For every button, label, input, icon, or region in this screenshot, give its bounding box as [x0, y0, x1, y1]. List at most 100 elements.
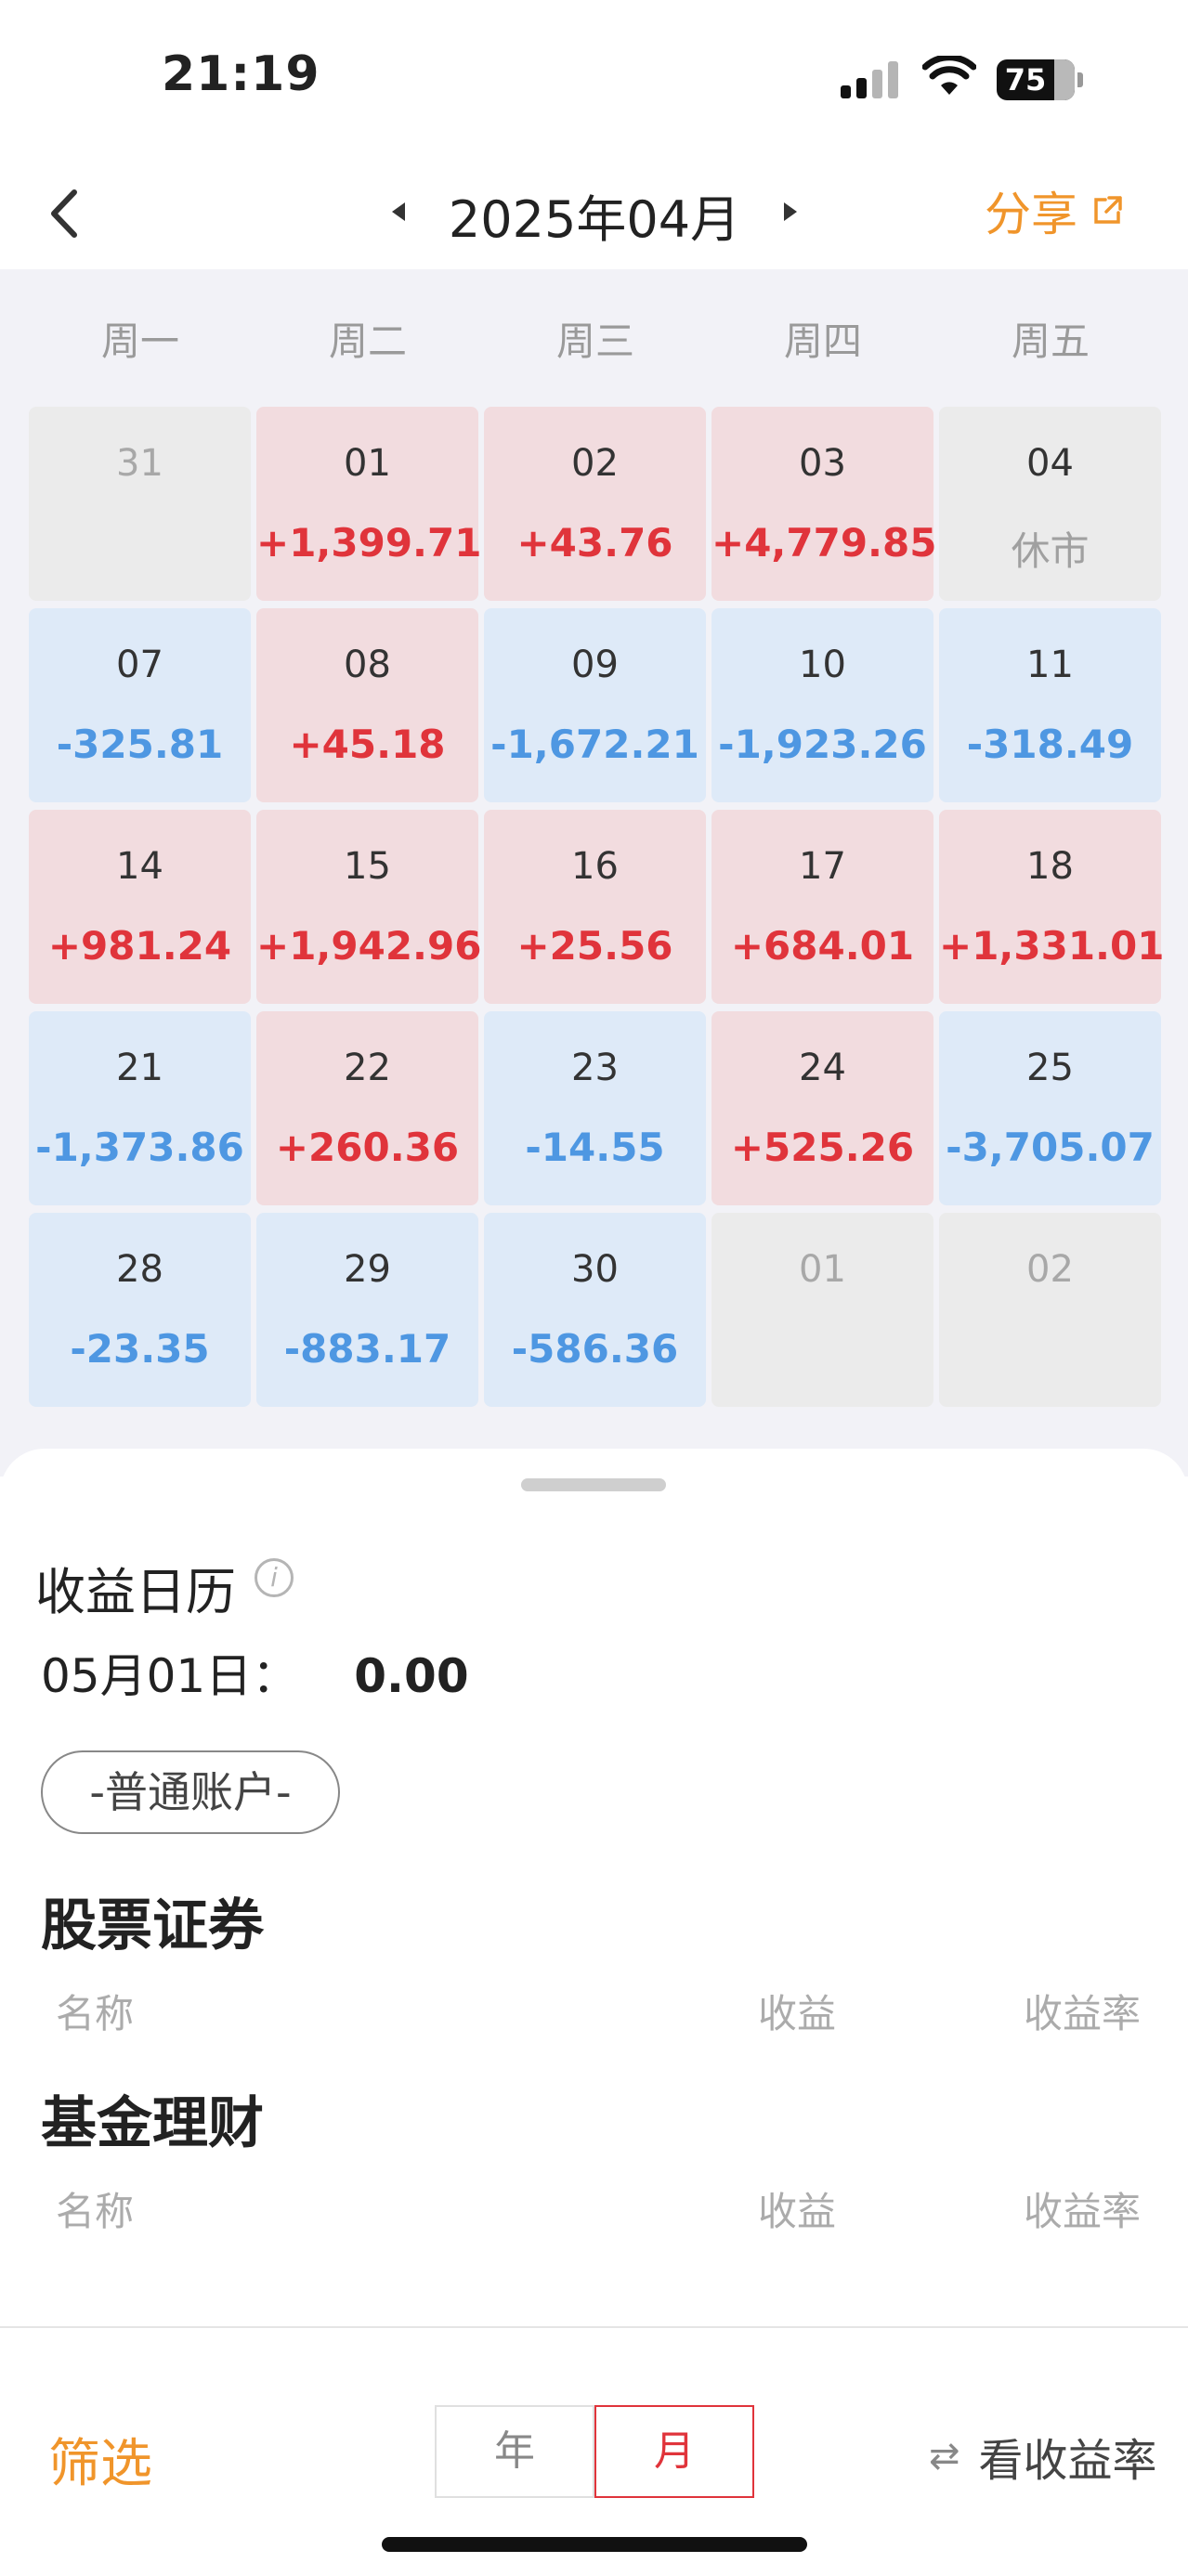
share-label: 分享	[985, 188, 1077, 241]
calendar-day-profit: +43.76	[516, 520, 673, 566]
calendar-day-profit: +45.18	[289, 722, 446, 767]
calendar-day-profit: +4,779.85	[711, 520, 937, 566]
funds-col-profit: 收益	[758, 2189, 837, 2234]
back-button[interactable]	[37, 181, 93, 246]
stocks-section-title: 股票证券	[41, 1893, 264, 1958]
calendar-day-number: 03	[799, 442, 846, 485]
stocks-col-rate: 收益率	[1024, 1991, 1142, 2036]
calendar-day-profit: +260.36	[275, 1125, 460, 1170]
month-title: 2025年04月	[448, 190, 741, 249]
calendar-day-profit: -586.36	[511, 1326, 679, 1372]
calendar-day-number: 25	[1026, 1047, 1074, 1089]
year-tab[interactable]: 年	[435, 2405, 594, 2498]
weekday-mon: 周一	[100, 319, 179, 364]
calendar-day-number: 29	[344, 1248, 391, 1291]
wifi-icon	[921, 54, 977, 100]
sheet-title: 收益日历	[35, 1563, 236, 1621]
weekday-wed: 周三	[555, 319, 634, 364]
calendar-day-number: 14	[116, 845, 163, 888]
calendar-day-profit: -318.49	[966, 722, 1134, 767]
header: 2025年04月 分享	[0, 158, 1188, 269]
calendar-day-cell[interactable]: 31	[29, 407, 251, 601]
view-yield-toggle[interactable]: ⇄ 看收益率	[929, 2424, 1157, 2489]
calendar-day-cell[interactable]: 29 -883.17	[256, 1213, 478, 1407]
calendar-day-number: 04	[1026, 442, 1074, 485]
stocks-col-name: 名称	[56, 1991, 135, 2036]
calendar-day-profit: -3,705.07	[946, 1125, 1155, 1170]
selected-date-row: 05月01日： 0.00	[41, 1639, 469, 1706]
calendar-day-cell[interactable]: 03 +4,779.85	[711, 407, 937, 601]
calendar-day-cell[interactable]: 09 -1,672.21	[484, 608, 706, 802]
calendar-day-cell[interactable]: 02	[939, 1213, 1161, 1407]
calendar-day-cell[interactable]: 17 +684.01	[711, 810, 933, 1004]
weekday-tue: 周二	[328, 319, 407, 364]
calendar-day-cell[interactable]: 28 -23.35	[29, 1213, 251, 1407]
calendar-day-cell[interactable]: 04 休市	[939, 407, 1161, 601]
calendar-day-cell[interactable]: 14 +981.24	[29, 810, 251, 1004]
calendar-day-number: 31	[116, 442, 163, 485]
calendar-day-cell[interactable]: 23 -14.55	[484, 1011, 706, 1205]
calendar-day-cell[interactable]: 02 +43.76	[484, 407, 706, 601]
weekday-header: 周一 周二 周三 周四 周五	[0, 269, 1188, 407]
filter-button[interactable]: 筛选	[48, 2422, 152, 2497]
sheet-drag-handle[interactable]	[521, 1478, 666, 1491]
calendar-day-number: 01	[344, 442, 391, 485]
calendar-day-cell[interactable]: 11 -318.49	[939, 608, 1161, 802]
calendar-day-number: 10	[799, 644, 846, 686]
weekday-thu: 周四	[783, 319, 862, 364]
calendar-day-profit: -1,672.21	[490, 722, 699, 767]
period-segmented-control: 年 月	[435, 2405, 754, 2498]
calendar-day-cell[interactable]: 08 +45.18	[256, 608, 478, 802]
external-link-icon	[1094, 196, 1122, 224]
calendar-day-number: 22	[344, 1047, 391, 1089]
calendar-day-number: 11	[1026, 644, 1074, 686]
profit-calendar: 周一 周二 周三 周四 周五 31 01 +1,399.71 02 +43.76 03 +4…	[0, 269, 1188, 1477]
calendar-day-cell[interactable]: 01	[711, 1213, 933, 1407]
account-selector[interactable]: -普通账户-	[41, 1750, 340, 1834]
bottom-sheet: 收益日历 i 05月01日： 0.00 -普通账户- 股票证券 名称 收益 收益率…	[0, 1449, 1188, 2331]
funds-section-title: 基金理财	[41, 2091, 264, 2156]
calendar-day-profit: -23.35	[70, 1326, 210, 1372]
calendar-day-profit: -325.81	[56, 722, 224, 767]
calendar-day-number: 16	[571, 845, 619, 888]
battery-icon: 75	[997, 59, 1075, 100]
calendar-day-profit: -1,923.26	[718, 722, 927, 767]
caret-right-icon	[784, 202, 797, 221]
month-tab[interactable]: 月	[594, 2405, 754, 2498]
calendar-day-cell[interactable]: 25 -3,705.07	[939, 1011, 1161, 1205]
calendar-day-cell[interactable]: 22 +260.36	[256, 1011, 478, 1205]
calendar-day-cell[interactable]: 10 -1,923.26	[711, 608, 933, 802]
bottom-bar-divider	[0, 2326, 1188, 2328]
home-indicator	[382, 2537, 807, 2552]
calendar-day-cell[interactable]: 21 -1,373.86	[29, 1011, 251, 1205]
calendar-day-profit: -883.17	[283, 1326, 451, 1372]
chevron-left-icon	[51, 189, 77, 238]
calendar-day-profit: +1,331.01	[939, 923, 1165, 969]
calendar-day-profit: +981.24	[47, 923, 232, 969]
previous-month-button[interactable]	[381, 193, 418, 230]
calendar-day-cell[interactable]: 01 +1,399.71	[256, 407, 481, 601]
calendar-day-profit: +1,942.96	[256, 923, 482, 969]
calendar-day-number: 08	[344, 644, 391, 686]
info-icon[interactable]: i	[255, 1558, 294, 1597]
calendar-day-cell[interactable]: 16 +25.56	[484, 810, 706, 1004]
calendar-day-number: 28	[116, 1248, 163, 1291]
weekday-fri: 周五	[1011, 319, 1090, 364]
status-bar: 21:19 75	[0, 0, 1188, 158]
calendar-day-cell[interactable]: 30 -586.36	[484, 1213, 706, 1407]
calendar-day-number: 07	[116, 644, 163, 686]
share-button[interactable]: 分享	[985, 178, 1124, 243]
calendar-day-profit: -1,373.86	[35, 1125, 244, 1170]
calendar-day-cell[interactable]: 15 +1,942.96	[256, 810, 482, 1004]
view-yield-label: 看收益率	[978, 2435, 1157, 2487]
market-closed-label: 休市	[1011, 528, 1090, 574]
calendar-day-cell[interactable]: 07 -325.81	[29, 608, 251, 802]
calendar-day-profit: +525.26	[730, 1125, 915, 1170]
swap-icon: ⇄	[929, 2435, 960, 2478]
calendar-day-cell[interactable]: 24 +525.26	[711, 1011, 933, 1205]
calendar-day-number: 17	[799, 845, 846, 888]
calendar-day-cell[interactable]: 18 +1,331.01	[939, 810, 1165, 1004]
selected-date-label: 05月01日：	[41, 1649, 299, 1703]
next-month-button[interactable]	[771, 193, 808, 230]
funds-col-name: 名称	[56, 2189, 135, 2234]
